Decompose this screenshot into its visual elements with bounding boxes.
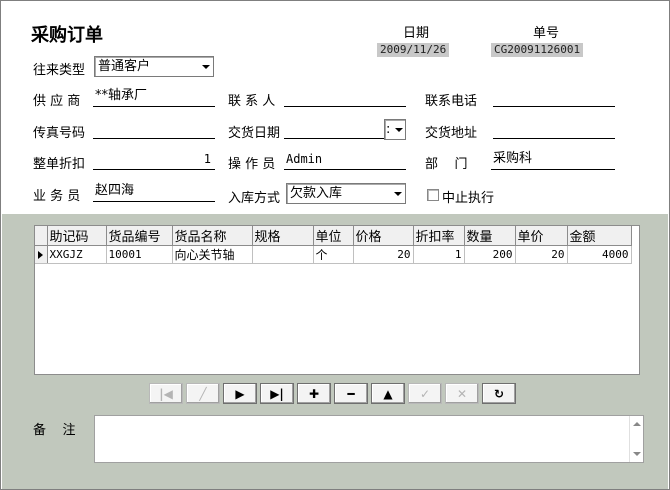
check-icon: ✓ (419, 386, 431, 401)
suspend-label: 中止执行 (442, 191, 495, 206)
delivery-addr-label: 交货地址 (425, 126, 478, 141)
fax-field[interactable] (93, 119, 215, 139)
chevron-down-icon (395, 128, 403, 132)
edit-record-button[interactable]: ▲ (371, 383, 405, 404)
delivery-date-value: : (386, 122, 391, 137)
date-value: 2009/11/26 (377, 43, 450, 57)
plus-icon: ✚ (308, 386, 320, 401)
col-header[interactable]: 货品名称 (172, 226, 253, 246)
minus-icon: ━ (347, 386, 355, 401)
delivery-date-field[interactable] (284, 119, 384, 139)
cancel-icon: ✕ (456, 386, 468, 401)
partner-type-label: 往来类型 (33, 63, 86, 78)
refresh-icon: ↻ (493, 386, 505, 401)
contact-label: 联 系 人 (228, 94, 276, 109)
col-header[interactable]: 价格 (353, 226, 414, 246)
phone-field[interactable] (493, 87, 615, 107)
row-indicator (35, 245, 48, 264)
scroll-up-icon[interactable] (633, 422, 641, 426)
grid-header-row: 助记码 货品编号 货品名称 规格 单位 价格 折扣率 数量 单价 金额 (35, 226, 632, 246)
last-record-button[interactable]: ▶| (260, 383, 294, 404)
cancel-edit-button[interactable]: ✕ (445, 383, 479, 404)
dept-field[interactable]: 采购科 (491, 150, 615, 170)
grid-cell[interactable]: 10001 (106, 245, 173, 264)
refresh-button[interactable]: ↻ (482, 383, 516, 404)
col-header[interactable]: 折扣率 (413, 226, 465, 246)
col-header[interactable]: 金额 (567, 226, 632, 246)
delivery-addr-field[interactable] (493, 119, 615, 139)
col-header[interactable]: 规格 (252, 226, 314, 246)
col-header[interactable]: 货品编号 (106, 226, 173, 246)
first-record-button[interactable]: |◀ (149, 383, 183, 404)
chevron-down-icon (394, 192, 402, 196)
form-title: 采购订单 (31, 25, 103, 46)
dept-label: 部 门 (425, 157, 468, 172)
order-no-label: 单号 (533, 26, 560, 41)
grid-cell[interactable]: 20 (353, 245, 414, 264)
last-icon: ▶| (270, 386, 284, 401)
delivery-date-label: 交货日期 (228, 126, 281, 141)
supplier-label: 供 应 商 (33, 94, 81, 109)
contact-field[interactable] (284, 87, 406, 107)
suspend-checkbox[interactable] (427, 189, 439, 201)
delete-record-button[interactable]: ━ (334, 383, 368, 404)
purchase-order-window: 采购订单 日期 2009/11/26 单号 CG20091126001 往来类型… (0, 0, 670, 490)
date-label: 日期 (403, 26, 430, 41)
stock-mode-label: 入库方式 (228, 191, 281, 206)
discount-label: 整单折扣 (33, 157, 86, 172)
supplier-field[interactable]: **轴承厂 (93, 87, 215, 107)
grid-corner (35, 226, 48, 246)
stock-mode-select[interactable]: 欠款入库 (286, 183, 406, 204)
remark-scrollbar[interactable] (629, 416, 643, 462)
order-items-grid[interactable]: 助记码 货品编号 货品名称 规格 单位 价格 折扣率 数量 单价 金额 XXGJ… (34, 225, 640, 375)
col-header[interactable]: 数量 (464, 226, 516, 246)
grid-cell[interactable]: 4000 (567, 245, 632, 264)
operator-label: 操 作 员 (228, 157, 276, 172)
grid-cell[interactable]: XXGJZ (47, 245, 107, 264)
clerk-field[interactable]: 赵四海 (93, 182, 215, 202)
operator-field[interactable]: Admin (284, 150, 406, 170)
grid-cell[interactable]: 20 (515, 245, 568, 264)
grid-cell[interactable]: 个 (313, 245, 354, 264)
grid-cell[interactable]: 1 (413, 245, 465, 264)
stock-mode-value: 欠款入库 (290, 186, 343, 201)
partner-type-select[interactable]: 普通客户 (94, 56, 214, 77)
next-record-button[interactable]: ▶ (223, 383, 257, 404)
clerk-label: 业 务 员 (33, 189, 81, 204)
col-header[interactable]: 助记码 (47, 226, 107, 246)
slash-icon: ╱ (199, 386, 207, 401)
fax-label: 传真号码 (33, 126, 86, 141)
col-header[interactable]: 单位 (313, 226, 354, 246)
delivery-date-picker[interactable]: : (384, 119, 406, 140)
grid-cell[interactable]: 200 (464, 245, 516, 264)
prior-record-button[interactable]: ╱ (186, 383, 220, 404)
scroll-down-icon[interactable] (633, 452, 641, 456)
remark-label: 备 注 (33, 423, 76, 438)
add-record-button[interactable]: ✚ (297, 383, 331, 404)
chevron-down-icon (202, 65, 210, 69)
discount-field[interactable]: 1 (93, 150, 215, 170)
table-row[interactable]: XXGJZ 10001 向心关节轴 个 20 1 200 20 4000 (35, 245, 632, 264)
grid-cell[interactable] (252, 245, 314, 264)
phone-label: 联系电话 (425, 94, 478, 109)
order-no-value: CG20091126001 (491, 43, 584, 57)
first-icon: |◀ (159, 386, 173, 401)
partner-type-value: 普通客户 (98, 59, 151, 74)
remark-textarea[interactable] (94, 415, 644, 463)
triangle-up-icon: ▲ (383, 386, 393, 401)
grid-cell[interactable]: 向心关节轴 (172, 245, 253, 264)
post-record-button[interactable]: ✓ (408, 383, 442, 404)
play-icon: ▶ (235, 386, 245, 401)
col-header[interactable]: 单价 (515, 226, 568, 246)
current-row-icon (38, 250, 43, 259)
